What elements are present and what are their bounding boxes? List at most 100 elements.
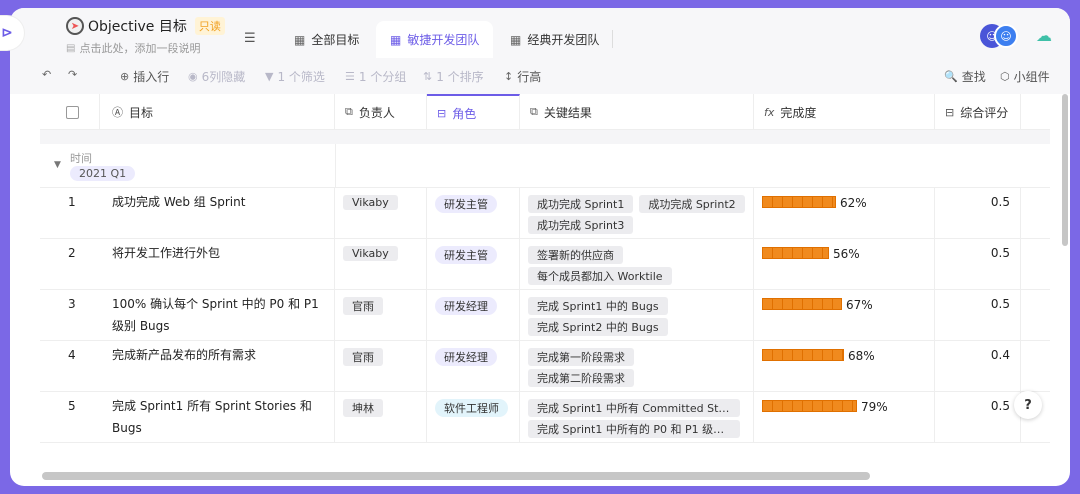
owner-chip[interactable]: Vikaby (343, 246, 398, 261)
key-result-chip[interactable]: 完成 Sprint1 中所有 Committed Stories (528, 399, 740, 417)
progress-cell: 68% (754, 341, 935, 392)
avatar[interactable]: ☺ (994, 24, 1018, 48)
progress-bar-fill (763, 248, 828, 258)
key-result-chip[interactable]: 成功完成 Sprint3 (528, 216, 634, 234)
progress-bar-fill (763, 350, 843, 360)
goal-cell[interactable]: 完成新产品发布的所有需求 (100, 341, 335, 392)
column-header-role[interactable]: ⊟ 角色 (427, 94, 520, 130)
undo-icon[interactable]: ↶ (42, 68, 51, 81)
cloud-sync-icon[interactable]: ☁ (1036, 26, 1052, 45)
tab-all-goals[interactable]: ▦ 全部目标 (280, 21, 373, 58)
progress-cell: 62% (754, 188, 935, 239)
role-cell[interactable]: 研发主管 (427, 188, 520, 239)
row-number: 5 (68, 399, 76, 413)
row-height-button[interactable]: ↕ 行高 (504, 68, 541, 85)
insert-row-button[interactable]: ⊕ 插入行 (120, 68, 169, 85)
eye-icon: ◉ (188, 70, 198, 83)
key-result-chip[interactable]: 完成 Sprint1 中的 Bugs (528, 297, 668, 315)
column-header-score[interactable]: ⊟ 综合评分 (935, 94, 1021, 130)
owner-chip[interactable]: 官雨 (343, 348, 383, 366)
key-results-cell[interactable]: 完成 Sprint1 中的 Bugs 完成 Sprint2 中的 Bugs (520, 290, 754, 341)
progress-bar (762, 196, 836, 208)
sort-icon: ⇅ (423, 70, 433, 83)
formula-icon: fx (764, 105, 775, 119)
key-result-chip[interactable]: 完成 Sprint2 中的 Bugs (528, 318, 668, 336)
owner-chip[interactable]: 坤林 (343, 399, 383, 417)
owner-chip[interactable]: Vikaby (343, 195, 398, 210)
progress-cell: 67% (754, 290, 935, 341)
document-title[interactable]: Objective 目标 (88, 16, 187, 36)
score-cell: 0.5 (935, 290, 1021, 341)
owner-chip[interactable]: 官雨 (343, 297, 383, 315)
table-row[interactable]: 5 完成 Sprint1 所有 Sprint Stories 和 Bugs 坤林 软件… (40, 392, 1050, 443)
goal-cell[interactable]: 成功完成 Web 组 Sprint (100, 188, 335, 239)
key-result-chip[interactable]: 签署新的供应商 (528, 246, 623, 264)
vertical-scrollbar[interactable] (1062, 94, 1068, 246)
horizontal-scrollbar-thumb[interactable] (42, 472, 870, 480)
key-results-cell[interactable]: 完成 Sprint1 中所有 Committed Stories 完成 Sprin… (520, 392, 754, 443)
header-spacer (40, 130, 1050, 144)
text-field-icon: Ⓐ (112, 106, 123, 119)
filter-button[interactable]: ▼ 1 个筛选 (265, 68, 325, 85)
select-all-checkbox[interactable] (40, 94, 100, 130)
search-label: 查找 (961, 70, 986, 84)
owner-cell[interactable]: Vikaby (335, 188, 427, 239)
role-chip: 研发主管 (435, 246, 497, 264)
table-row[interactable]: 4 完成新产品发布的所有需求 官雨 研发经理 完成第一阶段需求 完成第二阶段需求 68% 0.… (40, 341, 1050, 392)
widgets-button[interactable]: ⬡ 小组件 (1000, 68, 1050, 85)
key-result-chip[interactable]: 成功完成 Sprint2 (639, 195, 745, 213)
key-results-cell[interactable]: 完成第一阶段需求 完成第二阶段需求 (520, 341, 754, 392)
tab-classic-team[interactable]: ▦ 经典开发团队 (496, 21, 613, 58)
role-cell[interactable]: 研发经理 (427, 341, 520, 392)
key-results-cell[interactable]: 签署新的供应商每个成员都加入 Worktile (520, 239, 754, 290)
horizontal-scrollbar[interactable] (40, 470, 1050, 482)
lookup-field-icon: ⊟ (945, 105, 955, 119)
group-header[interactable]: ▼ 时间 2021 Q1 (40, 144, 1050, 188)
link-field-icon: ⧉ (530, 105, 538, 118)
group-icon: ☰ (345, 70, 355, 83)
column-header-goal[interactable]: Ⓐ 目标 (100, 94, 335, 130)
progress-label: 79% (861, 400, 888, 414)
collapse-caret-icon[interactable]: ▼ (54, 160, 61, 170)
help-button[interactable]: ? (1014, 391, 1042, 419)
role-cell[interactable]: 研发经理 (427, 290, 520, 341)
owner-cell[interactable]: Vikaby (335, 239, 427, 290)
group-button[interactable]: ☰ 1 个分组 (345, 68, 406, 85)
menu-icon[interactable]: ☰ (244, 31, 256, 46)
goal-cell[interactable]: 100% 确认每个 Sprint 中的 P0 和 P1 级别 Bugs (100, 290, 335, 341)
tab-divider (612, 30, 613, 48)
key-result-chip[interactable]: 完成 Sprint1 中所有的 P0 和 P1 级别 B... (528, 420, 740, 438)
role-cell[interactable]: 研发主管 (427, 239, 520, 290)
column-header-key-results[interactable]: ⧉ 关键结果 (520, 94, 754, 130)
key-result-chip[interactable]: 完成第一阶段需求 (528, 348, 634, 366)
search-button[interactable]: 🔍 查找 (944, 68, 986, 85)
key-result-chip[interactable]: 成功完成 Sprint1 (528, 195, 634, 213)
description-field[interactable]: 点击此处，添加一段说明 (79, 40, 200, 56)
key-result-chip[interactable]: 每个成员都加入 Worktile (528, 267, 672, 285)
column-header-progress[interactable]: fx 完成度 (754, 94, 935, 130)
key-results-cell[interactable]: 成功完成 Sprint1 成功完成 Sprint2 成功完成 Sprint3 (520, 188, 754, 239)
sort-button[interactable]: ⇅ 1 个排序 (423, 68, 484, 85)
table-row[interactable]: 3 100% 确认每个 Sprint 中的 P0 和 P1 级别 Bugs 官雨 研发… (40, 290, 1050, 341)
progress-label: 67% (846, 298, 873, 312)
owner-cell[interactable]: 官雨 (335, 290, 427, 341)
description-icon: ▤ (66, 42, 76, 54)
redo-icon[interactable]: ↷ (68, 68, 77, 81)
column-header-owner[interactable]: ⧉ 负责人 (335, 94, 427, 130)
top-bar: ➤ Objective 目标 只读 ▤ 点击此处，添加一段说明 ☰ ▦ 全部目标… (10, 8, 1070, 58)
owner-cell[interactable]: 官雨 (335, 341, 427, 392)
table-row[interactable]: 1 成功完成 Web 组 Sprint Vikaby 研发主管 成功完成 Sprint1… (40, 188, 1050, 239)
hidden-columns-button[interactable]: ◉ 6列隐藏 (188, 68, 245, 85)
toolbar: ↶ ↷ ⊕ 插入行 ◉ 6列隐藏 ▼ 1 个筛选 ☰ 1 个分组 ⇅ 1 个排序… (10, 58, 1070, 94)
tab-agile-team[interactable]: ▦ 敏捷开发团队 (376, 21, 494, 58)
table-row[interactable]: 2 将开发工作进行外包 Vikaby 研发主管 签署新的供应商 每个成员都加入 Workt… (40, 239, 1050, 290)
app-window: ➤ Objective 目标 只读 ▤ 点击此处，添加一段说明 ☰ ▦ 全部目标… (10, 8, 1070, 486)
key-result-chip[interactable]: 完成第二阶段需求 (528, 369, 634, 387)
progress-bar (762, 247, 829, 259)
progress-label: 68% (848, 349, 875, 363)
goal-cell[interactable]: 完成 Sprint1 所有 Sprint Stories 和 Bugs (100, 392, 335, 443)
goal-cell[interactable]: 将开发工作进行外包 (100, 239, 335, 290)
role-cell[interactable]: 软件工程师 (427, 392, 520, 443)
owner-cell[interactable]: 坤林 (335, 392, 427, 443)
progress-label: 62% (840, 196, 867, 210)
